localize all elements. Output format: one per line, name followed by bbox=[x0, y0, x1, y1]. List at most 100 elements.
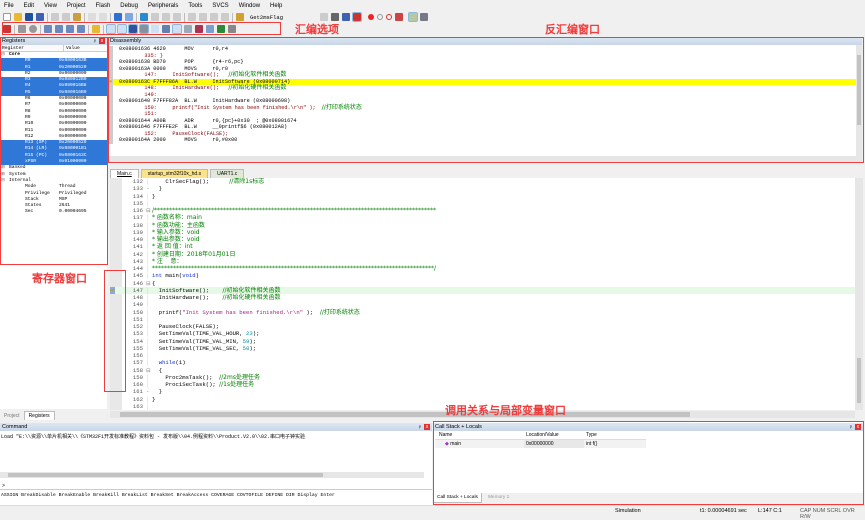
nav-forward-icon[interactable] bbox=[125, 13, 133, 21]
menu-project[interactable]: Project bbox=[67, 3, 86, 9]
show-next-statement-icon[interactable] bbox=[92, 25, 100, 33]
tab-memory-1[interactable]: Memory 1 bbox=[482, 493, 515, 502]
code-line[interactable]: 158 ⊟ { bbox=[110, 367, 855, 374]
col-register[interactable]: Register bbox=[0, 45, 64, 51]
tab-callstack-locals[interactable]: Call Stack + Locals bbox=[433, 493, 482, 503]
menu-tools[interactable]: Tools bbox=[188, 3, 202, 9]
register-row[interactable]: Sec 0.00004695 bbox=[0, 209, 107, 215]
debug-session-icon[interactable] bbox=[352, 12, 362, 22]
step-into-icon[interactable] bbox=[44, 25, 52, 33]
editor-tab[interactable]: startup_stm32f10x_hd.s bbox=[140, 169, 209, 178]
bookmark-icon[interactable] bbox=[140, 13, 148, 21]
code-line[interactable]: 160 │ Proc1SecTask(); //1s处理任务 bbox=[110, 381, 855, 388]
target-combo[interactable]: Get2msFlag bbox=[247, 14, 307, 21]
copy-icon[interactable] bbox=[62, 13, 70, 21]
uncomment-icon[interactable] bbox=[221, 13, 229, 21]
find-in-files-icon[interactable] bbox=[236, 13, 244, 21]
editor-tab[interactable]: Main.c bbox=[110, 169, 139, 178]
code-line[interactable]: 139 │ * 输入参数：void bbox=[110, 229, 855, 236]
indent-icon[interactable] bbox=[188, 13, 196, 21]
code-line[interactable]: 152 │ PauseClock(FALSE); bbox=[110, 323, 855, 330]
print-icon[interactable] bbox=[331, 13, 339, 21]
reset-icon[interactable] bbox=[3, 25, 11, 33]
menu-view[interactable]: View bbox=[44, 3, 57, 9]
pin-icon[interactable]: ᵖ bbox=[94, 38, 96, 46]
code-line[interactable]: 159 │ Proc2msTask(); //2ms处理任务 bbox=[110, 374, 855, 381]
code-line[interactable]: 137 │ * 函数名称：main bbox=[110, 214, 855, 221]
undo-icon[interactable] bbox=[88, 13, 96, 21]
menu-help[interactable]: Help bbox=[270, 3, 282, 9]
menu-file[interactable]: File bbox=[4, 3, 14, 9]
code-line[interactable]: 155 │ SetTimeVal(TIME_VAL_SEC, 50); bbox=[110, 345, 855, 352]
code-line[interactable]: 161- } bbox=[110, 388, 855, 395]
pin-icon[interactable]: ᵖ bbox=[850, 424, 852, 432]
pin-icon[interactable]: ᵖ bbox=[419, 424, 421, 432]
code-line[interactable]: 135 │ bbox=[110, 200, 855, 207]
col-type[interactable]: Type bbox=[584, 431, 597, 439]
code-line[interactable]: 144 │ ************************************… bbox=[110, 265, 855, 272]
code-line[interactable]: 134 │} bbox=[110, 193, 855, 200]
code-line[interactable]: 133- } bbox=[110, 185, 855, 192]
save-all-icon[interactable] bbox=[36, 13, 44, 21]
breakpoint-icon[interactable] bbox=[368, 14, 374, 20]
cut-icon[interactable] bbox=[51, 13, 59, 21]
stop-icon[interactable] bbox=[29, 25, 37, 33]
symbols-window-icon[interactable] bbox=[128, 24, 138, 34]
callstack-row[interactable]: ◆ main 0x00000000 int f() bbox=[435, 440, 646, 448]
disassembly-hscrollbar[interactable] bbox=[108, 156, 862, 162]
system-viewer-icon[interactable] bbox=[217, 25, 225, 33]
unindent-icon[interactable] bbox=[199, 13, 207, 21]
wrench-icon[interactable] bbox=[420, 13, 428, 21]
menu-window[interactable]: Window bbox=[239, 3, 260, 9]
next-bookmark-icon[interactable] bbox=[162, 13, 170, 21]
col-location[interactable]: Location/Value bbox=[524, 431, 584, 439]
step-out-icon[interactable] bbox=[66, 25, 74, 33]
close-icon[interactable]: x bbox=[424, 424, 430, 430]
col-name[interactable]: Name bbox=[435, 431, 524, 439]
command-window-icon[interactable] bbox=[106, 24, 116, 34]
prev-bookmark-icon[interactable] bbox=[151, 13, 159, 21]
close-icon[interactable]: x bbox=[99, 38, 105, 44]
code-line[interactable]: ⇨ 147 │ InitSoftware(); //初始化软件相关函数 bbox=[110, 286, 855, 294]
step-over-icon[interactable] bbox=[55, 25, 63, 33]
new-file-icon[interactable] bbox=[3, 13, 11, 21]
code-editor[interactable]: 132 │ ClrSecFlag(); //清除1s标志 133- } 134 │} 13… bbox=[110, 178, 855, 410]
run-to-cursor-icon[interactable] bbox=[77, 25, 85, 33]
code-line[interactable]: 138 │ * 函数功能：主函数 bbox=[110, 222, 855, 229]
code-line[interactable]: 149 │ bbox=[110, 301, 855, 308]
editor-vscrollbar[interactable] bbox=[855, 178, 863, 410]
code-line[interactable]: 143 │ * 注 意： bbox=[110, 258, 855, 265]
menu-svcs[interactable]: SVCS bbox=[212, 3, 228, 9]
code-line[interactable]: 153 │ SetTimeVal(TIME_VAL_HOUR, 23); bbox=[110, 330, 855, 337]
comment-icon[interactable] bbox=[210, 13, 218, 21]
serial-window-icon[interactable] bbox=[184, 25, 192, 33]
open-icon[interactable] bbox=[14, 13, 22, 21]
registers-window-icon[interactable] bbox=[139, 24, 149, 34]
menu-peripherals[interactable]: Peripherals bbox=[148, 3, 178, 9]
code-line[interactable]: 136 ⊟/***********************************… bbox=[110, 207, 855, 214]
trace-window-icon[interactable] bbox=[206, 25, 214, 33]
editor-tab[interactable]: UART1.c bbox=[210, 169, 245, 178]
code-line[interactable]: 157 │ while(1) bbox=[110, 359, 855, 366]
run-icon[interactable] bbox=[18, 25, 26, 33]
config-icon[interactable] bbox=[342, 13, 350, 21]
code-line[interactable]: 154 │ SetTimeVal(TIME_VAL_MIN, 59); bbox=[110, 338, 855, 345]
code-line[interactable]: 140 │ * 输出参数：void bbox=[110, 236, 855, 243]
command-hscrollbar[interactable] bbox=[0, 472, 424, 478]
code-line[interactable]: 146 ⊟{ bbox=[110, 280, 855, 287]
window-layout-icon[interactable] bbox=[408, 12, 418, 22]
tab-project[interactable]: Project bbox=[0, 412, 24, 420]
menu-debug[interactable]: Debug bbox=[120, 3, 138, 9]
breakpoints-icon[interactable] bbox=[395, 13, 403, 21]
tab-registers[interactable]: Registers bbox=[23, 411, 55, 420]
call-stack-window-icon[interactable] bbox=[151, 25, 159, 33]
asm-line[interactable]: 0x0800164A 2000 MOVS r0,#0x00 bbox=[113, 137, 862, 144]
nav-back-icon[interactable] bbox=[114, 13, 122, 21]
code-line[interactable]: 151 │ bbox=[110, 316, 855, 323]
disassembly-window-icon[interactable] bbox=[117, 24, 127, 34]
code-line[interactable]: 150 │ printf("Init System has been finish… bbox=[110, 309, 855, 316]
analysis-window-icon[interactable] bbox=[195, 25, 203, 33]
code-line[interactable]: 132 │ ClrSecFlag(); //清除1s标志 bbox=[110, 178, 855, 185]
clear-bookmarks-icon[interactable] bbox=[173, 13, 181, 21]
menu-edit[interactable]: Edit bbox=[24, 3, 34, 9]
